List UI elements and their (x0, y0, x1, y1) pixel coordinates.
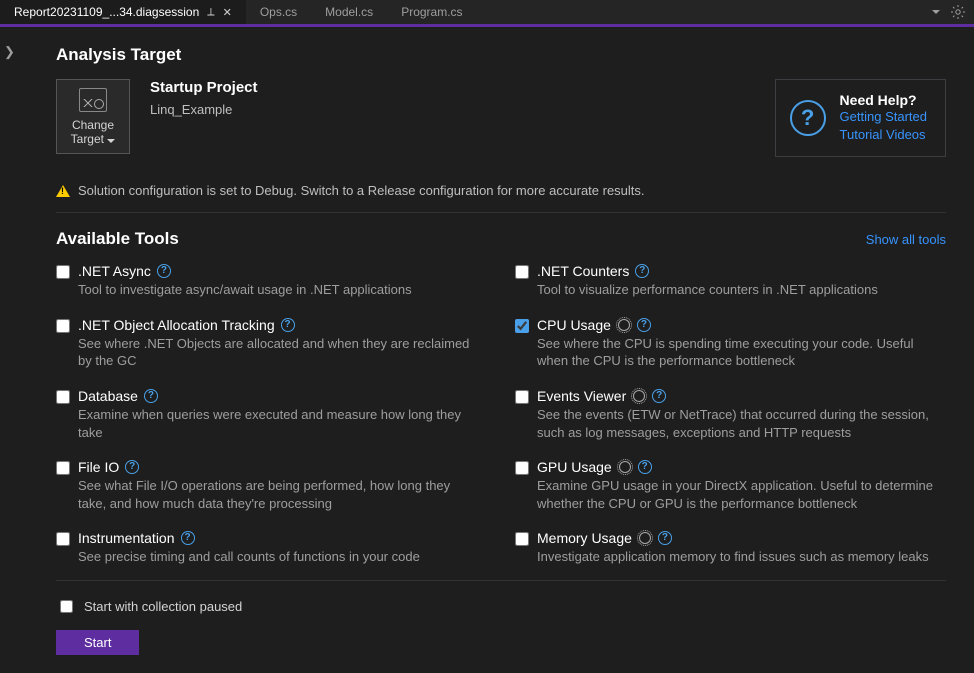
gear-icon[interactable] (632, 389, 646, 403)
help-link-tutorial-videos[interactable]: Tutorial Videos (840, 126, 927, 144)
info-icon[interactable]: ? (635, 264, 649, 278)
change-target-button[interactable]: Change Target (56, 79, 130, 154)
tool-description: See where the CPU is spending time execu… (537, 335, 937, 370)
info-icon[interactable]: ? (144, 389, 158, 403)
tool-name: GPU Usage (537, 459, 612, 475)
tool-description: Investigate application memory to find i… (537, 548, 937, 566)
tool-name: CPU Usage (537, 317, 611, 333)
gear-icon[interactable] (950, 4, 966, 20)
tool-checkbox[interactable] (56, 532, 70, 546)
target-icon (79, 88, 107, 112)
info-icon[interactable]: ? (281, 318, 295, 332)
tool-item: Events Viewer? See the events (ETW or Net… (515, 388, 946, 441)
start-paused-checkbox[interactable] (60, 600, 73, 613)
gear-icon[interactable] (617, 318, 631, 332)
tools-grid: .NET Async? Tool to investigate async/awa… (56, 263, 946, 565)
tool-description: See the events (ETW or NetTrace) that oc… (537, 406, 937, 441)
tool-item: Database? Examine when queries were execu… (56, 388, 487, 441)
tool-name: Instrumentation (78, 530, 175, 546)
tool-checkbox[interactable] (515, 461, 529, 475)
tool-description: See what File I/O operations are being p… (78, 477, 478, 512)
warning-text: Solution configuration is set to Debug. … (78, 183, 645, 198)
tool-checkbox[interactable] (515, 319, 529, 333)
gear-icon[interactable] (638, 531, 652, 545)
start-paused-label: Start with collection paused (84, 599, 242, 614)
tab-program[interactable]: Program.cs (387, 0, 476, 24)
tool-name: Events Viewer (537, 388, 626, 404)
info-icon[interactable]: ? (157, 264, 171, 278)
tool-item: .NET Counters? Tool to visualize performa… (515, 263, 946, 299)
tab-model[interactable]: Model.cs (311, 0, 387, 24)
tool-name: Memory Usage (537, 530, 632, 546)
tool-checkbox[interactable] (56, 319, 70, 333)
tool-item: Instrumentation? See precise timing and c… (56, 530, 487, 566)
tool-name: .NET Counters (537, 263, 629, 279)
target-info: Startup Project Linq_Example (150, 79, 258, 117)
tool-checkbox[interactable] (515, 532, 529, 546)
section-title-tools: Available Tools (56, 229, 179, 249)
help-icon: ? (790, 100, 826, 136)
tab-strip: Report20231109_...34.diagsession ⟂ ✕ Ops… (0, 0, 974, 24)
tool-name: .NET Object Allocation Tracking (78, 317, 275, 333)
tool-item: Memory Usage? Investigate application mem… (515, 530, 946, 566)
tool-name: .NET Async (78, 263, 151, 279)
target-subtitle: Linq_Example (150, 102, 258, 117)
tool-description: See where .NET Objects are allocated and… (78, 335, 478, 370)
tool-checkbox[interactable] (56, 390, 70, 404)
tab-label: Report20231109_...34.diagsession (14, 5, 199, 19)
chevron-down-icon (107, 139, 115, 143)
tool-checkbox[interactable] (515, 390, 529, 404)
help-panel: ? Need Help? Getting Started Tutorial Vi… (775, 79, 946, 157)
tool-item: CPU Usage? See where the CPU is spending … (515, 317, 946, 370)
tab-label: Model.cs (325, 5, 373, 19)
tool-item: .NET Async? Tool to investigate async/awa… (56, 263, 487, 299)
help-link-getting-started[interactable]: Getting Started (840, 108, 927, 126)
close-icon[interactable]: ✕ (223, 6, 232, 19)
divider (56, 580, 946, 581)
tool-description: Examine when queries were executed and m… (78, 406, 478, 441)
change-target-label-2: Target (71, 132, 116, 146)
expand-chevron-icon[interactable]: ❯ (4, 44, 22, 60)
show-all-tools-link[interactable]: Show all tools (866, 232, 946, 247)
tab-overflow-icon[interactable] (932, 10, 940, 14)
section-title-target: Analysis Target (56, 45, 946, 65)
tab-label: Program.cs (401, 5, 462, 19)
start-button[interactable]: Start (56, 630, 139, 655)
help-title: Need Help? (840, 92, 927, 108)
change-target-label-1: Change (72, 118, 114, 132)
info-icon[interactable]: ? (181, 531, 195, 545)
tab-diagsession[interactable]: Report20231109_...34.diagsession ⟂ ✕ (0, 0, 246, 24)
info-icon[interactable]: ? (637, 318, 651, 332)
info-icon[interactable]: ? (652, 389, 666, 403)
info-icon[interactable]: ? (638, 460, 652, 474)
divider (56, 212, 946, 213)
tab-ops[interactable]: Ops.cs (246, 0, 311, 24)
tool-name: File IO (78, 459, 119, 475)
tool-checkbox[interactable] (56, 265, 70, 279)
tool-name: Database (78, 388, 138, 404)
tool-item: .NET Object Allocation Tracking? See wher… (56, 317, 487, 370)
warning-icon (56, 185, 70, 197)
tool-checkbox[interactable] (515, 265, 529, 279)
pin-icon[interactable]: ⟂ (207, 6, 214, 19)
tool-description: Examine GPU usage in your DirectX applic… (537, 477, 937, 512)
tool-description: Tool to visualize performance counters i… (537, 281, 937, 299)
target-title: Startup Project (150, 79, 258, 96)
info-icon[interactable]: ? (125, 460, 139, 474)
info-icon[interactable]: ? (658, 531, 672, 545)
tool-item: GPU Usage? Examine GPU usage in your Dire… (515, 459, 946, 512)
tool-item: File IO? See what File I/O operations are… (56, 459, 487, 512)
tab-label: Ops.cs (260, 5, 297, 19)
tool-description: See precise timing and call counts of fu… (78, 548, 478, 566)
gear-icon[interactable] (618, 460, 632, 474)
tool-description: Tool to investigate async/await usage in… (78, 281, 478, 299)
tool-checkbox[interactable] (56, 461, 70, 475)
